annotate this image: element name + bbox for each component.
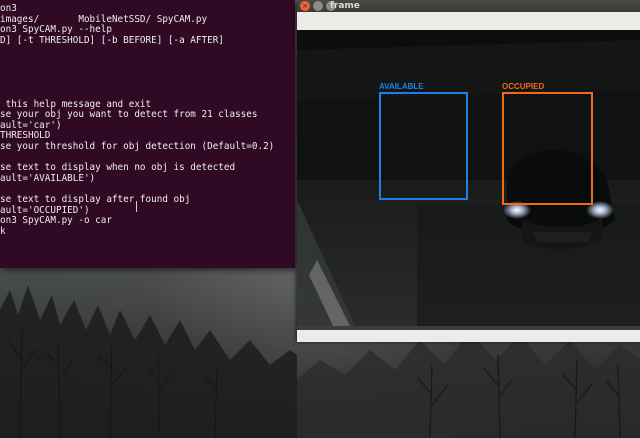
frame-titlebar[interactable]: × frame — [297, 0, 640, 12]
frame-window[interactable]: × frame AVAILABLE OCCUPIED — [297, 0, 640, 342]
window-title: frame — [330, 1, 360, 11]
terminal-line: se text to display after found obj — [0, 194, 191, 205]
terminal-line: k — [0, 226, 6, 237]
terminal-line: se your obj you want to detect from 21 c… — [0, 109, 258, 120]
available-detection-box — [379, 92, 468, 200]
close-button[interactable]: × — [300, 1, 310, 11]
video-frame: AVAILABLE OCCUPIED — [297, 30, 640, 330]
terminal-line: THRESHOLD — [0, 130, 51, 141]
occupied-label: OCCUPIED — [502, 82, 545, 91]
terminal-window[interactable]: on3 images/ MobileNetSSD/ SpyCAM.py on3 … — [0, 0, 295, 268]
terminal-line: on3 SpyCAM.py -o car — [0, 215, 112, 226]
terminal-line: se your threshold for obj detection (Def… — [0, 141, 275, 152]
minimize-button[interactable] — [313, 1, 323, 11]
terminal-line: se text to display when no obj is detect… — [0, 162, 236, 173]
available-label: AVAILABLE — [379, 82, 424, 91]
text-cursor — [136, 201, 140, 212]
terminal-line: on3 — [0, 3, 17, 14]
terminal-line: on3 SpyCAM.py --help — [0, 24, 112, 35]
occupied-detection-box — [502, 92, 593, 205]
terminal-line: ault='AVAILABLE') — [0, 173, 96, 184]
terminal-line: D] [-t THRESHOLD] [-b BEFORE] [-a AFTER] — [0, 35, 224, 46]
